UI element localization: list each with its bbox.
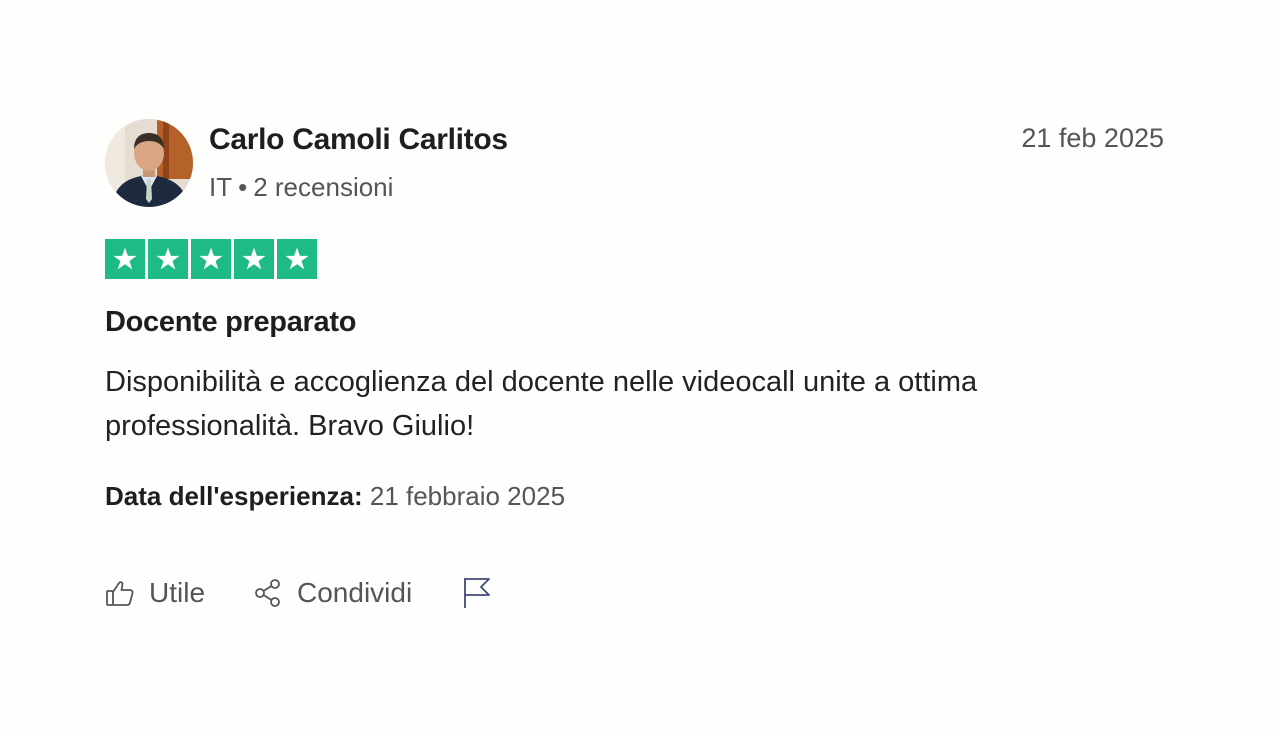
star-icon (148, 239, 188, 279)
reviewer-country: IT (209, 172, 233, 202)
experience-date-value: 21 febbraio 2025 (369, 481, 566, 511)
share-icon (253, 578, 283, 608)
reviewer-reviews-count: 2 recensioni (253, 172, 394, 202)
avatar[interactable] (105, 119, 193, 207)
avatar-photo (105, 119, 193, 207)
share-label: Condividi (297, 577, 413, 608)
flag-icon (462, 576, 492, 610)
report-button[interactable] (462, 576, 492, 610)
experience-date-label: Data dell'esperienza: (105, 481, 363, 511)
star-icon (105, 239, 145, 279)
review-actions: Utile Condividi (105, 576, 492, 610)
meta-separator: • (238, 172, 248, 202)
helpful-label: Utile (149, 577, 206, 608)
helpful-button[interactable]: Utile (105, 577, 205, 609)
thumbs-up-icon (105, 578, 135, 608)
review-date: 21 feb 2025 (1021, 123, 1164, 153)
star-icon (234, 239, 274, 279)
share-button[interactable]: Condividi (253, 577, 412, 609)
star-icon (191, 239, 231, 279)
experience-date: Data dell'esperienza: 21 febbraio 2025 (105, 481, 565, 512)
star-rating (105, 239, 317, 279)
review-card: Carlo Camoli Carlitos IT • 2 recensioni 21… (0, 0, 1280, 736)
review-body: Disponibilità e accoglienza del docente … (105, 366, 978, 442)
reviewer-name[interactable]: Carlo Camoli Carlitos (209, 123, 508, 157)
star-icon (277, 239, 317, 279)
reviewer-meta: IT • 2 recensioni (209, 172, 393, 203)
review-title[interactable]: Docente preparato (105, 306, 356, 339)
